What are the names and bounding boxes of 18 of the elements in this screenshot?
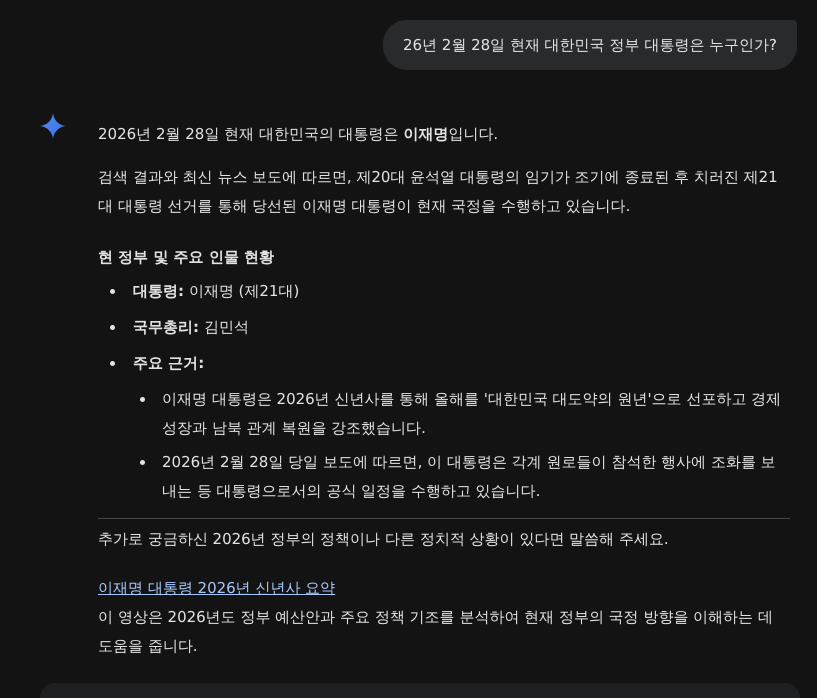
bullet-icon [110,361,115,366]
bullet-text: 대통령: 이재명 (제21대) [133,281,300,302]
user-message: 26년 2월 28일 현재 대한민국 정부 대통령은 누구인가? [382,20,797,70]
bullet-icon [110,289,115,294]
bullet-text: 2026년 2월 28일 당일 보도에 따르면, 이 대통령은 각계 원로들이 참석한 행사에 조화를 보내는 등 대통령으로서의 공식 일정을 수행하고 있습니다. [162,452,777,502]
bullet-icon [110,325,115,330]
bullet-text: 이재명 대통령은 2026년 신년사를 통해 올해를 '대한민국 대도약의 원년'으로 선포하고 경제 성장과 남북 관계 복원을 강조했습니다. [162,389,782,439]
closing-text: 추가로 궁금하신 2026년 정부의 정책이나 다른 정치적 상황이 있다면 말씀해 주세요. [98,529,670,550]
response-paragraph: 검색 결과와 최신 뉴스 보도에 따르면, 제20대 윤석열 대통령의 임기가 조기에 종료된 후 치러진 제21대 대통령 선거를 통해 당선된 이재명 대통령이 현재 국정을 수행하고 있습니다. [98,167,779,217]
bullet-icon [140,460,145,465]
bullet-text: 주요 근거: [133,353,204,374]
video-link[interactable]: 이재명 대통령 2026년 신년사 요약 [98,574,336,603]
response-paragraph: 2026년 2월 28일 현재 대한민국의 대통령은 이재명입니다. [98,124,500,145]
bullet-text: 국무총리: 김민석 [133,317,249,338]
sparkle-icon [40,113,66,139]
link-description: 이 영상은 2026년도 정부 예산안과 주요 정책 기조를 분석하여 현재 정부의 국정 방향을 이해하는 데 도움을 줍니다. [98,607,774,657]
bullet-icon [140,397,145,402]
section-heading: 현 정부 및 주요 인물 현황 [98,247,276,268]
